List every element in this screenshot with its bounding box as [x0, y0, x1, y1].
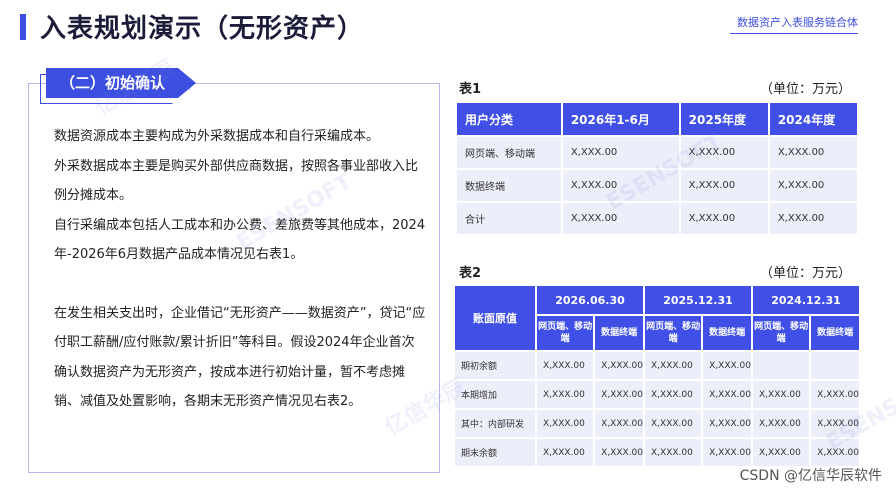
- date-header: 2024.12.31: [751, 284, 861, 316]
- row-label: 本期增加: [453, 379, 537, 410]
- table-cell: 合计: [455, 201, 563, 236]
- table-cell: X,XXX.00: [809, 408, 861, 439]
- table-row: 网页端、移动端 X,XXX.00 X,XXX.00 X,XXX.00: [455, 135, 860, 170]
- column-header: 2024年度: [767, 101, 860, 137]
- row-label: 期末余额: [453, 437, 537, 468]
- table2-unit: （单位：万元）: [760, 266, 852, 281]
- table-cell: X,XXX.00: [560, 168, 681, 203]
- table-cell: X,XXX.00: [678, 201, 770, 236]
- column-header: 数据终端: [809, 314, 861, 352]
- table-row: 期末余额 X,XXX.00 X,XXX.00 X,XXX.00 X,XXX.00…: [453, 437, 861, 468]
- table-header-row: 账面原值 2026.06.30 2025.12.31 2024.12.31: [453, 284, 861, 352]
- column-header: 网页端、移动端: [534, 314, 596, 352]
- column-header: 网页端、移动端: [642, 314, 704, 352]
- brand-underline: [730, 33, 858, 34]
- table-cell: X,XXX.00: [678, 135, 770, 170]
- column-header: 2025年度: [678, 101, 770, 137]
- table-cell: X,XXX.00: [560, 135, 681, 170]
- table-cell: X,XXX.00: [642, 379, 704, 410]
- paragraph: 自行采编成本包括人工成本和办公费、差旅费等其他成本，2024年-2026年6月数…: [54, 217, 426, 263]
- table-cell: X,XXX.00: [593, 350, 645, 381]
- paragraph: 外采数据成本主要是购买外部供应商数据，按照各事业部收入比例分摊成本。: [54, 158, 419, 204]
- column-header: 2026年1-6月: [560, 101, 681, 137]
- table-cell: X,XXX.00: [809, 379, 861, 410]
- row-label: 期初余额: [453, 350, 537, 381]
- title-accent-bar: [20, 14, 26, 40]
- table-row: 期初余额 X,XXX.00 X,XXX.00 X,XXX.00 X,XXX.00: [453, 350, 861, 381]
- table-cell: X,XXX.00: [701, 437, 753, 468]
- page-title: 入表规划演示（无形资产）: [40, 14, 365, 44]
- asset-table: 账面原值 2026.06.30 2025.12.31 2024.12.31 网页…: [453, 284, 861, 468]
- brand-label: 数据资产入表服务链合体: [737, 16, 858, 29]
- table-cell: X,XXX.00: [534, 350, 596, 381]
- corner-header: 账面原值: [453, 284, 537, 352]
- table1-caption: 表1: [459, 82, 482, 97]
- table-row: 本期增加 X,XXX.00 X,XXX.00 X,XXX.00 X,XXX.00…: [453, 379, 861, 410]
- table2-caption: 表2: [459, 266, 482, 281]
- table-cell: [809, 350, 861, 381]
- table-cell: X,XXX.00: [767, 201, 860, 236]
- section-tag: （二）初始确认: [46, 68, 196, 98]
- table-cell: X,XXX.00: [642, 408, 704, 439]
- table-cell: X,XXX.00: [701, 408, 753, 439]
- table-cell: X,XXX.00: [809, 437, 861, 468]
- table-cell: X,XXX.00: [560, 201, 681, 236]
- paragraph: 在发生相关支出时，企业借记“无形资产——数据资产”，贷记“应付职工薪酬/应付账款…: [54, 305, 426, 410]
- table-cell: X,XXX.00: [593, 408, 645, 439]
- table-cell: 网页端、移动端: [455, 135, 563, 170]
- table-cell: X,XXX.00: [593, 379, 645, 410]
- table-row: 数据终端 X,XXX.00 X,XXX.00 X,XXX.00: [455, 168, 860, 203]
- table-cell: X,XXX.00: [678, 168, 770, 203]
- column-header: 数据终端: [593, 314, 645, 352]
- date-header: 2025.12.31: [643, 284, 753, 316]
- table-row: 合计 X,XXX.00 X,XXX.00 X,XXX.00: [455, 201, 860, 236]
- table1-unit: （单位：万元）: [760, 82, 852, 97]
- table-cell: X,XXX.00: [701, 350, 753, 381]
- table-cell: X,XXX.00: [767, 135, 860, 170]
- table-cell: X,XXX.00: [534, 437, 596, 468]
- table-cell: X,XXX.00: [750, 379, 812, 410]
- footer-credit: CSDN @亿信华辰软件: [739, 468, 882, 484]
- table-cell: X,XXX.00: [593, 437, 645, 468]
- table-cell: [750, 350, 812, 381]
- table-row: 其中：内部研发 X,XXX.00 X,XXX.00 X,XXX.00 X,XXX…: [453, 408, 861, 439]
- row-label: 其中：内部研发: [453, 408, 537, 439]
- table-cell: 数据终端: [455, 168, 563, 203]
- table-cell: X,XXX.00: [642, 437, 704, 468]
- table-cell: X,XXX.00: [767, 168, 860, 203]
- table-cell: X,XXX.00: [534, 408, 596, 439]
- column-header: 数据终端: [701, 314, 753, 352]
- table-cell: X,XXX.00: [750, 408, 812, 439]
- table-cell: X,XXX.00: [701, 379, 753, 410]
- paragraph: 数据资源成本主要构成为外采数据成本和自行采编成本。: [54, 129, 380, 144]
- date-header: 2026.06.30: [535, 284, 645, 316]
- table-cell: X,XXX.00: [642, 350, 704, 381]
- column-header: 网页端、移动端: [750, 314, 812, 352]
- description-text: 数据资源成本主要构成为外采数据成本和自行采编成本。 外采数据成本主要是购买外部供…: [54, 122, 426, 417]
- table-cell: X,XXX.00: [750, 437, 812, 468]
- cost-table: 用户分类 2026年1-6月 2025年度 2024年度 网页端、移动端 X,X…: [455, 101, 860, 236]
- table-cell: X,XXX.00: [534, 379, 596, 410]
- column-header: 用户分类: [455, 101, 563, 137]
- table-header-row: 用户分类 2026年1-6月 2025年度 2024年度: [455, 101, 860, 137]
